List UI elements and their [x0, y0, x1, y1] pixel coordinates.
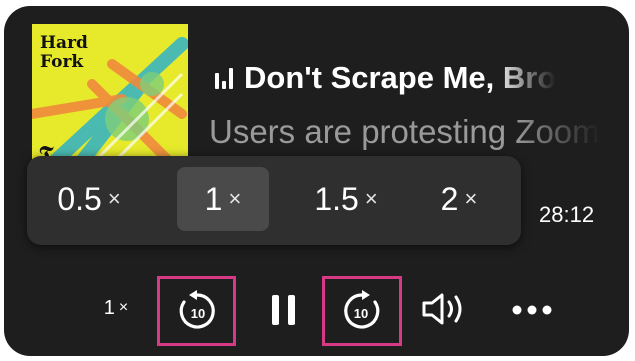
playback-speed-menu: 0.5 × 1 × 1.5 × 2 ×: [27, 156, 521, 245]
volume-button[interactable]: [415, 287, 477, 331]
speed-option-value: 0.5: [57, 180, 102, 217]
more-options-button[interactable]: [508, 296, 556, 324]
speed-option-multiplier: ×: [464, 186, 478, 211]
speed-option-1-5x[interactable]: 1.5 ×: [291, 167, 401, 231]
bars-icon: [215, 67, 233, 89]
speed-option-0-5x[interactable]: 0.5 ×: [39, 167, 139, 231]
skip-back-button[interactable]: 10: [157, 276, 236, 346]
skip-back-seconds: 10: [190, 306, 204, 321]
skip-forward-seconds: 10: [354, 306, 368, 321]
episode-subtitle: Users are protesting Zoom's terms: [209, 113, 601, 150]
episode-title-row[interactable]: Don't Scrape Me, Bro: [215, 58, 629, 98]
podcast-artwork[interactable]: Hard Fork 𝕿: [32, 24, 188, 174]
pause-icon: [272, 295, 295, 325]
speed-option-multiplier: ×: [228, 186, 242, 211]
playback-rate-button[interactable]: 1 ×: [90, 292, 142, 324]
speed-option-multiplier: ×: [364, 186, 378, 211]
speed-option-value: 1: [204, 180, 223, 217]
volume-icon: [422, 293, 462, 325]
skip-back-10-icon: 10: [179, 290, 215, 329]
artwork-title: Hard Fork: [40, 33, 88, 72]
speed-option-value: 2: [440, 180, 459, 217]
time-remaining: 28:12: [539, 202, 595, 227]
episode-title: Don't Scrape Me, Bro: [244, 60, 557, 95]
mini-player: Hard Fork 𝕿 Don't Scrape Me, Bro Users a…: [4, 6, 629, 356]
pause-button[interactable]: [266, 290, 302, 330]
speed-option-multiplier: ×: [107, 186, 121, 211]
playback-controls: 1 × 10 10: [4, 276, 629, 346]
speed-option-2x[interactable]: 2 ×: [419, 167, 499, 231]
more-icon: [512, 305, 552, 315]
playback-rate-multiplier: ×: [118, 299, 129, 316]
speed-option-value: 1.5: [314, 180, 359, 217]
playback-rate-value: 1: [103, 296, 115, 319]
speed-option-1x[interactable]: 1 ×: [177, 167, 269, 231]
skip-forward-10-icon: 10: [344, 290, 380, 329]
skip-forward-button[interactable]: 10: [322, 276, 402, 346]
